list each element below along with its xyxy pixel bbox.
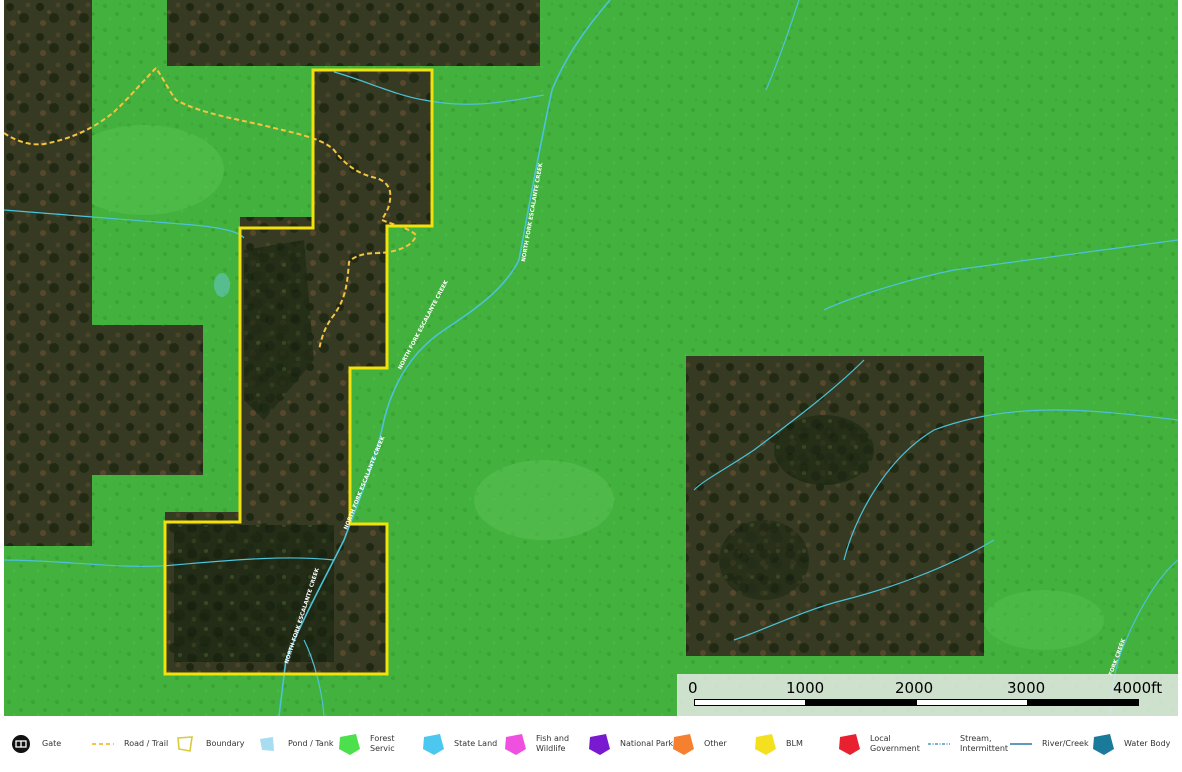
local-government-icon bbox=[834, 729, 864, 759]
legend-item-forest-service: Forest Servic bbox=[334, 728, 420, 760]
pond-tank-icon bbox=[252, 729, 282, 759]
legend-label: BLM bbox=[786, 739, 803, 748]
scale-segment bbox=[916, 699, 1028, 706]
other-icon bbox=[668, 729, 698, 759]
gate-icon bbox=[6, 729, 36, 759]
stream-intermittent-icon bbox=[924, 729, 954, 759]
scale-tick-label: 1000 bbox=[786, 679, 825, 697]
pond bbox=[214, 273, 230, 297]
scale-bar: 0 1000 2000 3000 4000ft bbox=[677, 674, 1178, 716]
boundary-icon bbox=[170, 729, 200, 759]
scale-segment bbox=[694, 699, 806, 706]
legend-label: Water Body bbox=[1124, 739, 1171, 748]
legend-item-local-government: Local Government bbox=[834, 728, 920, 760]
legend-item-boundary: Boundary bbox=[170, 728, 245, 760]
legend-label: Local Government bbox=[870, 734, 920, 753]
scale-tick-label: 2000 bbox=[895, 679, 934, 697]
legend-item-national-park: National Park bbox=[584, 728, 673, 760]
legend-label: Pond / Tank bbox=[288, 739, 334, 748]
legend-label: Road / Trail bbox=[124, 739, 169, 748]
legend-item-blm: BLM bbox=[750, 728, 803, 760]
legend-label: Forest Servic bbox=[370, 734, 395, 753]
legend-label: Other bbox=[704, 739, 727, 748]
scale-tick-label: 0 bbox=[688, 679, 698, 697]
scale-tick-label: 3000 bbox=[1007, 679, 1046, 697]
forest-service-icon bbox=[334, 729, 364, 759]
legend-label: Gate bbox=[42, 739, 62, 748]
legend-item-water-body: Water Body bbox=[1088, 728, 1170, 760]
legend-item-fish-wildlife: Fish and Wildlife bbox=[500, 728, 569, 760]
scale-segment bbox=[805, 699, 917, 706]
water-body-icon bbox=[1088, 729, 1118, 759]
legend-item-pond-tank: Pond / Tank bbox=[252, 728, 334, 760]
scale-segment bbox=[1027, 699, 1139, 706]
fish-wildlife-icon bbox=[500, 729, 530, 759]
legend-item-stream-intermittent: Stream, Intermittent bbox=[924, 728, 1008, 760]
legend-label: Boundary bbox=[206, 739, 245, 748]
legend-label: State Land bbox=[454, 739, 498, 748]
river-creek-icon bbox=[1006, 729, 1036, 759]
scale-tick-label: 4000ft bbox=[1113, 679, 1163, 697]
legend-label: River/Creek bbox=[1042, 739, 1089, 748]
national-park-icon bbox=[584, 729, 614, 759]
legend-item-other: Other bbox=[668, 728, 727, 760]
legend-label: Fish and Wildlife bbox=[536, 734, 570, 753]
map-view[interactable]: NORTH FORK ESCALANTE CREEK NORTH FORK ES… bbox=[4, 0, 1178, 716]
legend-item-river-creek: River/Creek bbox=[1006, 728, 1089, 760]
blm-icon bbox=[750, 729, 780, 759]
state-land-icon bbox=[418, 729, 448, 759]
legend-item-gate: Gate bbox=[6, 728, 61, 760]
legend-label: National Park bbox=[620, 739, 674, 748]
legend-item-road-trail: Road / Trail bbox=[88, 728, 168, 760]
map-legend: Gate Road / Trail Boundary Pond / Tank F… bbox=[0, 716, 1182, 772]
legend-item-state-land: State Land bbox=[418, 728, 497, 760]
road-trail-icon bbox=[88, 729, 118, 759]
legend-label: Stream, Intermittent bbox=[960, 734, 1009, 753]
